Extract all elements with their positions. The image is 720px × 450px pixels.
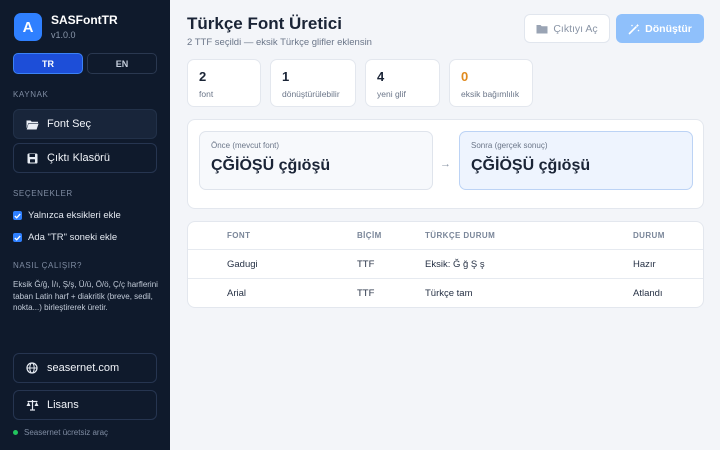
scale-icon [25, 398, 39, 412]
output-folder-button[interactable]: Çıktı Klasörü [13, 143, 157, 173]
cell-font-name: Gadugi [227, 258, 258, 270]
table-row[interactable]: Arial TTF Türkçe tam Atlandı [188, 279, 703, 307]
stat-missing-deps-label: eksik bağımlılık [461, 89, 520, 99]
cell-status: Hazır [633, 258, 656, 270]
magic-wand-icon [628, 23, 640, 35]
table-row[interactable]: Gadugi TTF Eksik: Ğ ğ Ş ş Hazır [188, 250, 703, 279]
column-turkish-status: TÜRKÇE DURUM [425, 231, 496, 240]
website-link[interactable]: seasernet.com [13, 353, 157, 383]
checkbox-checked-icon[interactable] [13, 211, 22, 220]
column-status: DURUM [633, 231, 665, 240]
column-font: FONT [227, 231, 251, 240]
license-label: Lisans [47, 399, 79, 411]
open-output-button[interactable]: Çıktıyı Aç [524, 14, 610, 43]
stat-fonts-label: font [199, 89, 214, 99]
stat-new-glyphs: 4 yeni glif [365, 59, 440, 107]
stat-fonts: 2 font [187, 59, 261, 107]
stat-fonts-value: 2 [199, 69, 207, 84]
column-format: BİÇİM [357, 231, 382, 240]
convert-label: Dönüştür [645, 22, 692, 35]
option-tr-suffix-label: Ada "TR" soneki ekle [28, 232, 118, 243]
license-button[interactable]: Lisans [13, 390, 157, 420]
how-description: Eksik Ğ/ğ, İ/ı, Ş/ş, Ü/ü, Ö/ö, Ç/ç harfl… [13, 280, 158, 312]
checkbox-checked-icon[interactable] [13, 233, 22, 242]
preview-after-label: Sonra (gerçek sonuç) [471, 141, 548, 150]
lang-en-button[interactable]: EN [87, 53, 157, 74]
font-table: FONT BİÇİM TÜRKÇE DURUM DURUM Gadugi TTF… [187, 221, 704, 308]
lang-tr-button[interactable]: TR [13, 53, 83, 74]
preview-card: Önce (mevcut font) ÇĞİÖŞÜ çğıöşü → Sonra… [187, 119, 704, 209]
folder-icon [536, 24, 548, 34]
stat-convertible: 1 dönüştürülebilir [270, 59, 356, 107]
website-label: seasernet.com [47, 362, 120, 374]
preview-before-label: Önce (mevcut font) [211, 141, 280, 150]
status-text: Seasernet ücretsiz araç [24, 428, 109, 437]
convert-button[interactable]: Dönüştür [616, 14, 704, 43]
stat-new-glyphs-label: yeni glif [377, 89, 406, 99]
cell-status: Atlandı [633, 288, 663, 299]
status-line: Seasernet ücretsiz araç [13, 428, 108, 437]
sidebar: A SASFontTR v1.0.0 TR EN KAYNAK Font Seç… [0, 0, 170, 450]
globe-icon [25, 361, 39, 375]
app-version: v1.0.0 [51, 30, 76, 40]
arrow-right-icon: → [440, 158, 451, 170]
table-header: FONT BİÇİM TÜRKÇE DURUM DURUM [188, 222, 703, 250]
select-font-button[interactable]: Font Seç [13, 109, 157, 139]
cell-turkish-status: Eksik: Ğ ğ Ş ş [425, 258, 485, 270]
stat-convertible-value: 1 [282, 69, 290, 84]
stat-convertible-label: dönüştürülebilir [282, 89, 340, 99]
page-title: Türkçe Font Üretici [187, 14, 342, 33]
cell-font-name: Arial [227, 288, 247, 299]
output-folder-label: Çıktı Klasörü [47, 152, 110, 164]
cell-turkish-status: Türkçe tam [425, 288, 473, 299]
stat-missing-deps: 0 eksik bağımlılık [449, 59, 533, 107]
preview-after-text: ÇĞİÖŞÜ çğıöşü [471, 157, 591, 174]
stat-missing-deps-value: 0 [461, 69, 469, 84]
status-dot-icon [13, 430, 18, 435]
app-logo: A [14, 13, 42, 41]
preview-after: Sonra (gerçek sonuç) ÇĞİÖŞÜ çğıöşü [459, 131, 693, 190]
how-section-label: NASIL ÇALIŞIR? [13, 261, 83, 270]
cell-format: TTF [357, 288, 375, 299]
options-section-label: SEÇENEKLER [13, 189, 73, 198]
cell-format: TTF [357, 258, 375, 270]
option-missing-only-label: Yalnızca eksikleri ekle [28, 210, 121, 221]
select-font-label: Font Seç [47, 118, 92, 130]
folder-open-icon [25, 117, 39, 131]
preview-before: Önce (mevcut font) ÇĞİÖŞÜ çğıöşü [199, 131, 433, 190]
stat-new-glyphs-value: 4 [377, 69, 385, 84]
option-missing-only[interactable]: Yalnızca eksikleri ekle [13, 210, 121, 221]
page-subtitle: 2 TTF seçildi — eksik Türkçe glifler ekl… [187, 37, 372, 48]
open-output-label: Çıktıyı Aç [553, 22, 598, 35]
app-name: SASFontTR [51, 13, 118, 27]
preview-before-text: ÇĞİÖŞÜ çğıöşü [211, 157, 331, 174]
save-icon [25, 151, 39, 165]
brand: A SASFontTR v1.0.0 [14, 13, 118, 41]
language-switch: TR EN [13, 53, 157, 74]
option-tr-suffix[interactable]: Ada "TR" soneki ekle [13, 232, 117, 243]
source-section-label: KAYNAK [13, 90, 49, 99]
